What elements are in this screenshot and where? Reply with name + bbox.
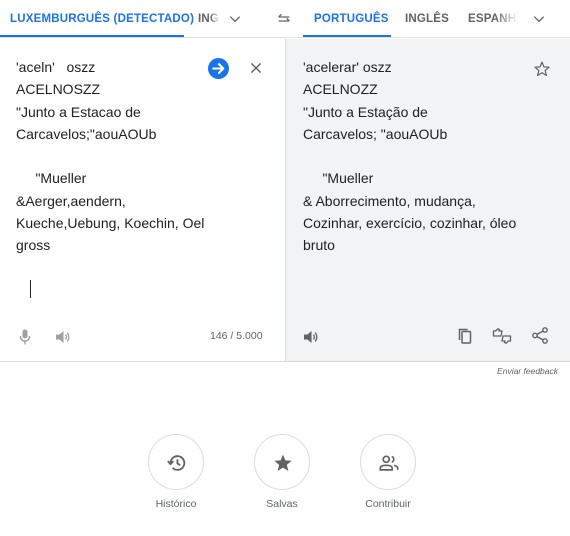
text-cursor: [30, 280, 31, 298]
history-label: Histórico: [155, 498, 197, 510]
tab-source-detected[interactable]: LUXEMBURGUÊS (DETECTADO): [10, 0, 194, 38]
tab-target-portuguese[interactable]: PORTUGUÊS: [314, 0, 389, 38]
active-source-tab-indicator: [0, 35, 184, 37]
language-bar: LUXEMBURGUÊS (DETECTADO) INGLÊS PORTUGUÊ…: [0, 0, 570, 38]
listen-translation-speaker-icon[interactable]: [303, 330, 319, 344]
microphone-icon[interactable]: [19, 329, 31, 345]
saved-button[interactable]: [254, 434, 310, 490]
source-languages-chevron-down-icon[interactable]: [228, 12, 242, 26]
tab-target-spanish[interactable]: ESPANHOL: [468, 0, 518, 38]
target-languages-chevron-down-icon[interactable]: [532, 12, 546, 26]
saved-label: Salvas: [266, 498, 298, 510]
swap-languages-icon[interactable]: [276, 11, 292, 27]
share-icon[interactable]: [532, 327, 548, 344]
rate-translation-icon[interactable]: [492, 328, 512, 344]
tab-source-english[interactable]: INGLÊS: [198, 0, 220, 38]
contribute-label: Contribuir: [365, 498, 411, 510]
star-icon: [274, 454, 292, 471]
copy-icon[interactable]: [458, 328, 472, 344]
tab-target-english[interactable]: INGLÊS: [405, 0, 449, 38]
active-target-tab-indicator: [303, 35, 391, 37]
history-icon: [167, 455, 186, 471]
saved-action[interactable]: Salvas: [242, 434, 322, 510]
contribute-button[interactable]: [360, 434, 416, 490]
history-button[interactable]: [148, 434, 204, 490]
source-panel: 'aceln' oszz ACELNOSZZ "Junto a Estacao …: [0, 39, 285, 362]
arrow-right-icon: [212, 63, 225, 74]
character-counter: 146 / 5.000: [210, 330, 263, 342]
clear-text-close-icon[interactable]: [249, 61, 263, 75]
contribute-action[interactable]: Contribuir: [348, 434, 428, 510]
people-icon: [379, 455, 399, 471]
send-feedback-link[interactable]: Enviar feedback: [497, 366, 558, 376]
listen-speaker-icon[interactable]: [55, 330, 71, 344]
translate-arrow-button[interactable]: [208, 58, 229, 79]
source-text-input[interactable]: 'aceln' oszz ACELNOSZZ "Junto a Estacao …: [16, 56, 204, 257]
translation-panel: 'acelerar' oszz ACELNOZZ "Junto a Estaçã…: [285, 39, 570, 362]
save-star-icon[interactable]: [533, 60, 551, 78]
history-action[interactable]: Histórico: [136, 434, 216, 510]
translation-output-text: 'acelerar' oszz ACELNOZZ "Junto a Estaçã…: [303, 59, 517, 254]
